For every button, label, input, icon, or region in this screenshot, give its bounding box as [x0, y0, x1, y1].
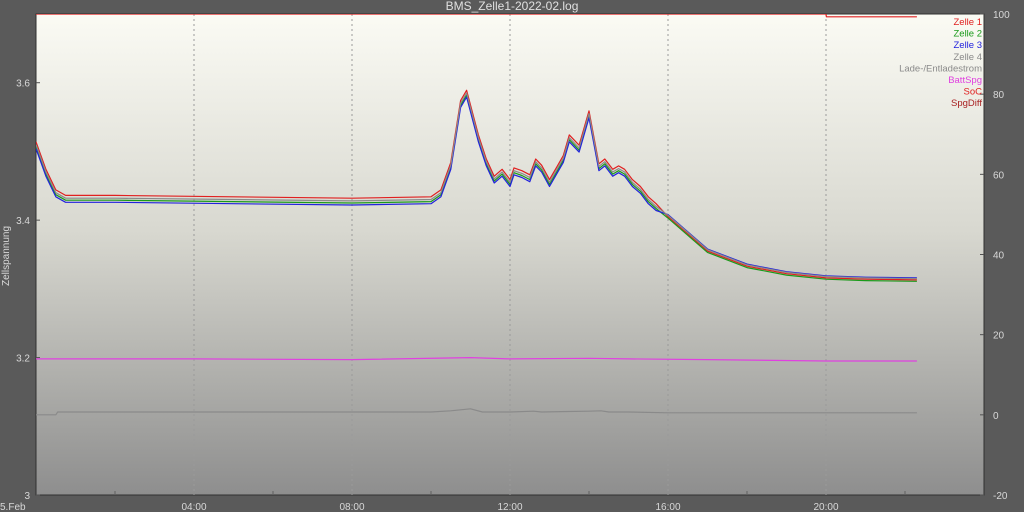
y-left-tick-label: 3.6: [16, 79, 30, 90]
chart: BMS_Zelle1-2022-02.log Zellspannung 5.Fe…: [0, 0, 1010, 512]
legend-entry: Zelle 2: [953, 29, 982, 40]
legend-entry: Lade-/Entladestrom: [899, 63, 982, 74]
y-right-tick-label: 100: [993, 10, 1010, 21]
legend-entry: BattSpg: [948, 75, 982, 86]
y-right-tick-label: 0: [993, 411, 999, 422]
legend-entry: SoC: [964, 87, 983, 98]
y-left-tick-label: 3.4: [16, 216, 30, 227]
legend-entry: Zelle 3: [953, 40, 982, 51]
x-start-label: 5.Feb: [0, 502, 26, 512]
y-right-tick-label: 40: [993, 251, 1005, 262]
y-axis-label: Zellspannung: [1, 226, 12, 286]
legend-entry: SpgDiff: [951, 98, 982, 109]
y-left-tick-label: 3: [24, 491, 30, 502]
legend-entry: Zelle 4: [953, 52, 982, 63]
y-left-tick-label: 3.2: [16, 354, 30, 365]
x-tick-label: 20:00: [813, 502, 838, 512]
legend-entry: Zelle 1: [953, 17, 982, 28]
y-right-tick-label: 20: [993, 331, 1005, 342]
chart-title: BMS_Zelle1-2022-02.log: [446, 0, 579, 13]
y-right-tick-label: 60: [993, 170, 1005, 181]
x-tick-label: 04:00: [181, 502, 206, 512]
y-right-tick-label: 80: [993, 90, 1005, 101]
y-right-tick-label: -20: [993, 491, 1008, 502]
x-tick-label: 12:00: [497, 502, 522, 512]
x-tick-label: 16:00: [655, 502, 680, 512]
x-tick-label: 08:00: [339, 502, 364, 512]
